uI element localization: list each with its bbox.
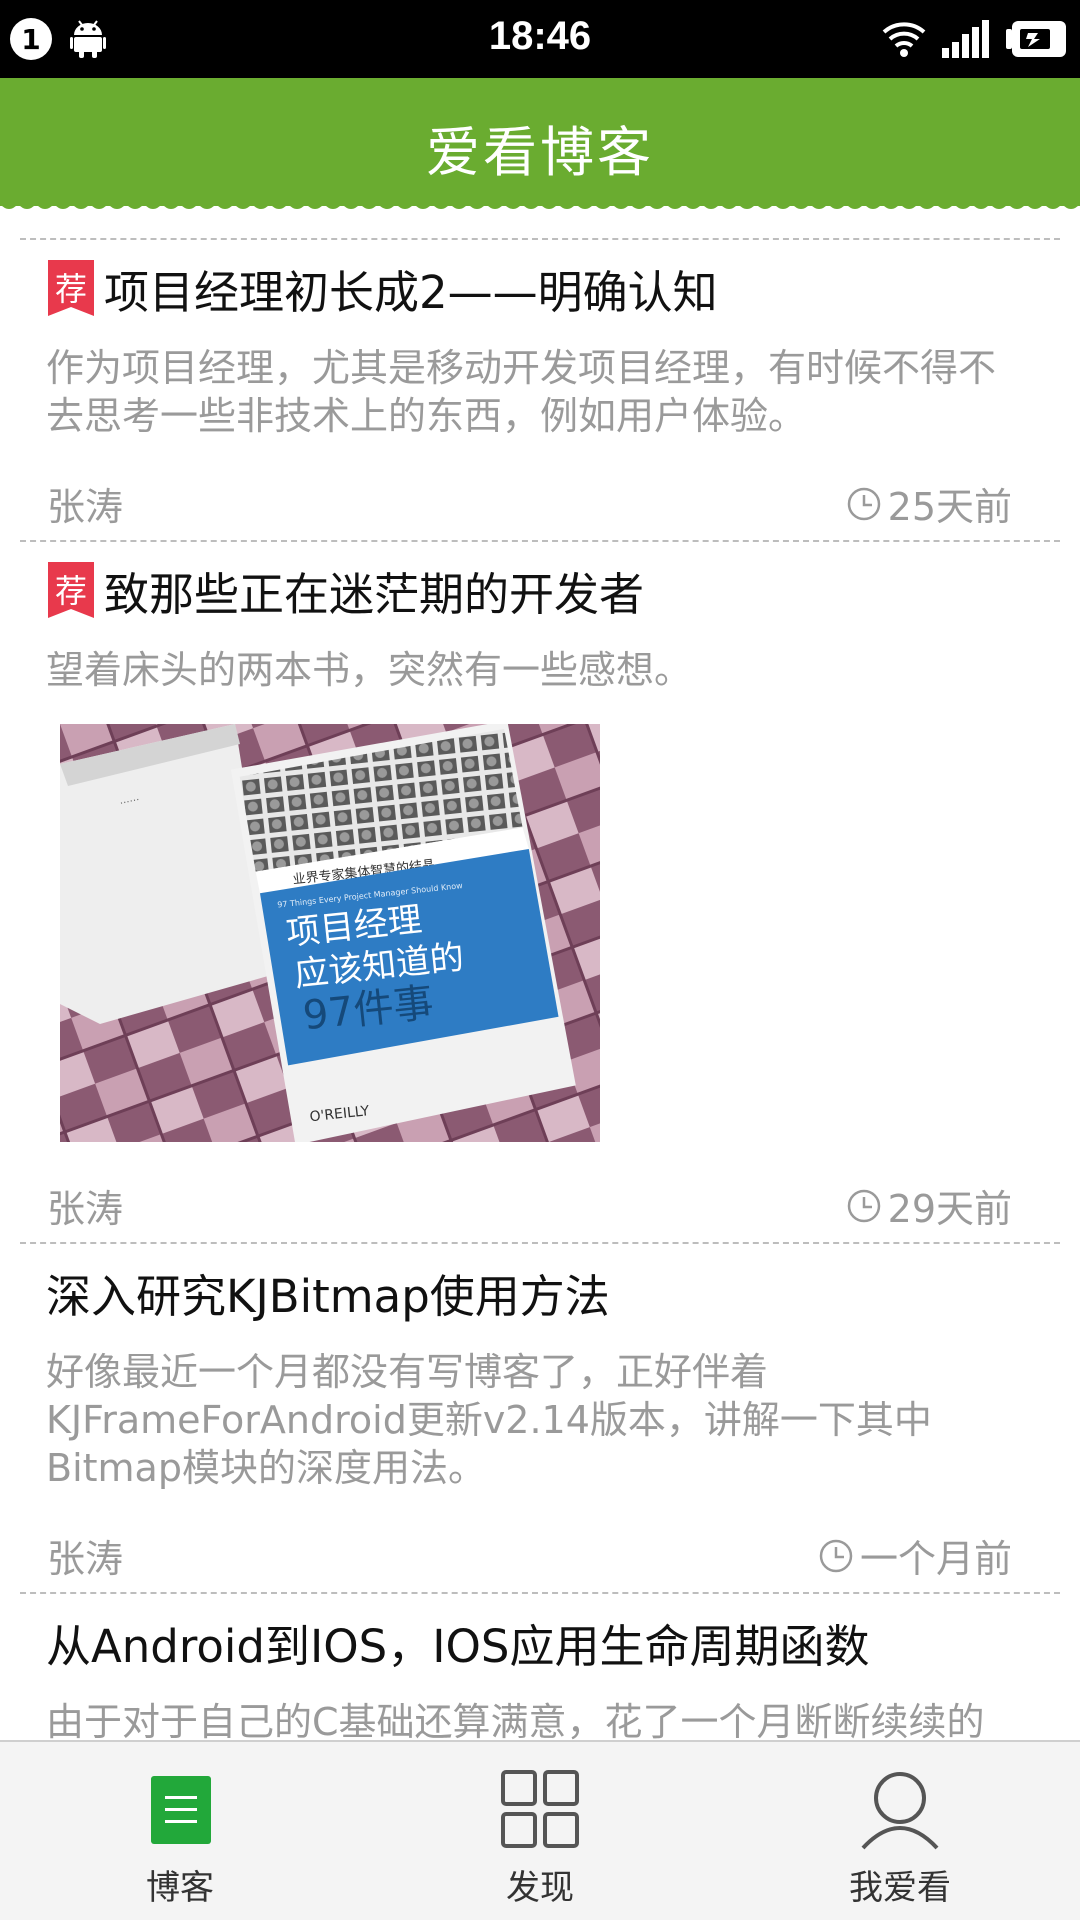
clock-icon: [847, 487, 880, 520]
status-right: [882, 18, 1066, 60]
signal-icon: [942, 20, 989, 58]
tab-blog-label: 博客: [146, 1868, 214, 1908]
user-icon: [861, 1772, 939, 1850]
grid-icon: [501, 1770, 579, 1848]
list-item[interactable]: 深入研究KJBitmap使用方法 好像最近一个月都没有写博客了，正好伴着KJFr…: [20, 1242, 1060, 1592]
article-image[interactable]: …… 业界专家集体智慧的结晶 97 Things Every Project M…: [60, 720, 600, 1145]
recommend-badge: 荐: [48, 562, 94, 618]
article-author: 张涛: [47, 1537, 124, 1581]
article-title-row[interactable]: 荐 项目经理初长成2——明确认知: [20, 240, 1060, 322]
article-time-text: 29天前: [887, 1187, 1012, 1231]
article-summary: 由于对于自己的C基础还算满意，花了一个月断断续续的把OC看完了，最近在看一些IO…: [46, 1700, 985, 1740]
article-title[interactable]: 致那些正在迷茫期的开发者: [104, 558, 644, 623]
article-title-row[interactable]: 深入研究KJBitmap使用方法: [20, 1244, 1060, 1326]
article-author: 张涛: [47, 485, 124, 529]
clock-icon: [819, 1539, 853, 1572]
article-summary: 好像最近一个月都没有写博客了，正好伴着KJFrameForAndroid更新v2…: [46, 1350, 932, 1490]
wifi-icon: [882, 22, 926, 57]
article-title-row[interactable]: 荐 致那些正在迷茫期的开发者: [20, 542, 1060, 624]
article-time: 一个月前: [818, 1528, 1012, 1583]
tab-my-favorites[interactable]: 我爱看: [720, 1742, 1080, 1920]
article-meta: 张涛 一个月前: [20, 1522, 1060, 1592]
tab-discover-label: 发现: [506, 1868, 574, 1908]
article-summary: 望着床头的两本书，突然有一些感想。: [46, 648, 693, 692]
article-time: 29天前: [846, 1178, 1012, 1233]
article-time-text: 25天前: [887, 485, 1012, 529]
bottom-nav: 博客 发现 我爱看: [0, 1740, 1080, 1920]
clock-icon: [847, 1189, 880, 1222]
article-list[interactable]: 荐 项目经理初长成2——明确认知 作为项目经理，尤其是移动开发项目经理，有时候不…: [0, 206, 1080, 1740]
article-summary: 作为项目经理，尤其是移动开发项目经理，有时候不得不去思考一些非技术上的东西，例如…: [46, 346, 997, 438]
tab-my-favorites-label: 我爱看: [849, 1868, 951, 1908]
page-title: 爱看博客: [426, 121, 654, 184]
battery-icon: [1006, 21, 1066, 57]
article-title[interactable]: 从Android到IOS，IOS应用生命周期函数: [46, 1610, 870, 1675]
article-title-row[interactable]: 从Android到IOS，IOS应用生命周期函数: [20, 1594, 1060, 1676]
article-time: 25天前: [846, 476, 1012, 531]
article-author: 张涛: [47, 1187, 124, 1231]
article-meta: 张涛 25天前: [20, 470, 1060, 540]
article-title[interactable]: 深入研究KJBitmap使用方法: [46, 1260, 610, 1325]
tab-discover[interactable]: 发现: [360, 1742, 720, 1920]
tab-blog[interactable]: 博客: [0, 1742, 360, 1920]
list-item[interactable]: 从Android到IOS，IOS应用生命周期函数 由于对于自己的C基础还算满意，…: [20, 1592, 1060, 1740]
list-item[interactable]: 荐 项目经理初长成2——明确认知 作为项目经理，尤其是移动开发项目经理，有时候不…: [20, 238, 1060, 540]
article-time-text: 一个月前: [859, 1537, 1012, 1581]
recommend-badge: 荐: [48, 260, 94, 316]
article-title[interactable]: 项目经理初长成2——明确认知: [104, 256, 718, 321]
article-meta: 张涛 29天前: [20, 1172, 1060, 1242]
app-header: 爱看博客: [0, 78, 1080, 206]
blog-list-icon: [151, 1776, 211, 1844]
status-bar: 1 18:46: [0, 0, 1080, 78]
list-item[interactable]: 荐 致那些正在迷茫期的开发者 望着床头的两本书，突然有一些感想。 …… 业界专家…: [20, 540, 1060, 1242]
